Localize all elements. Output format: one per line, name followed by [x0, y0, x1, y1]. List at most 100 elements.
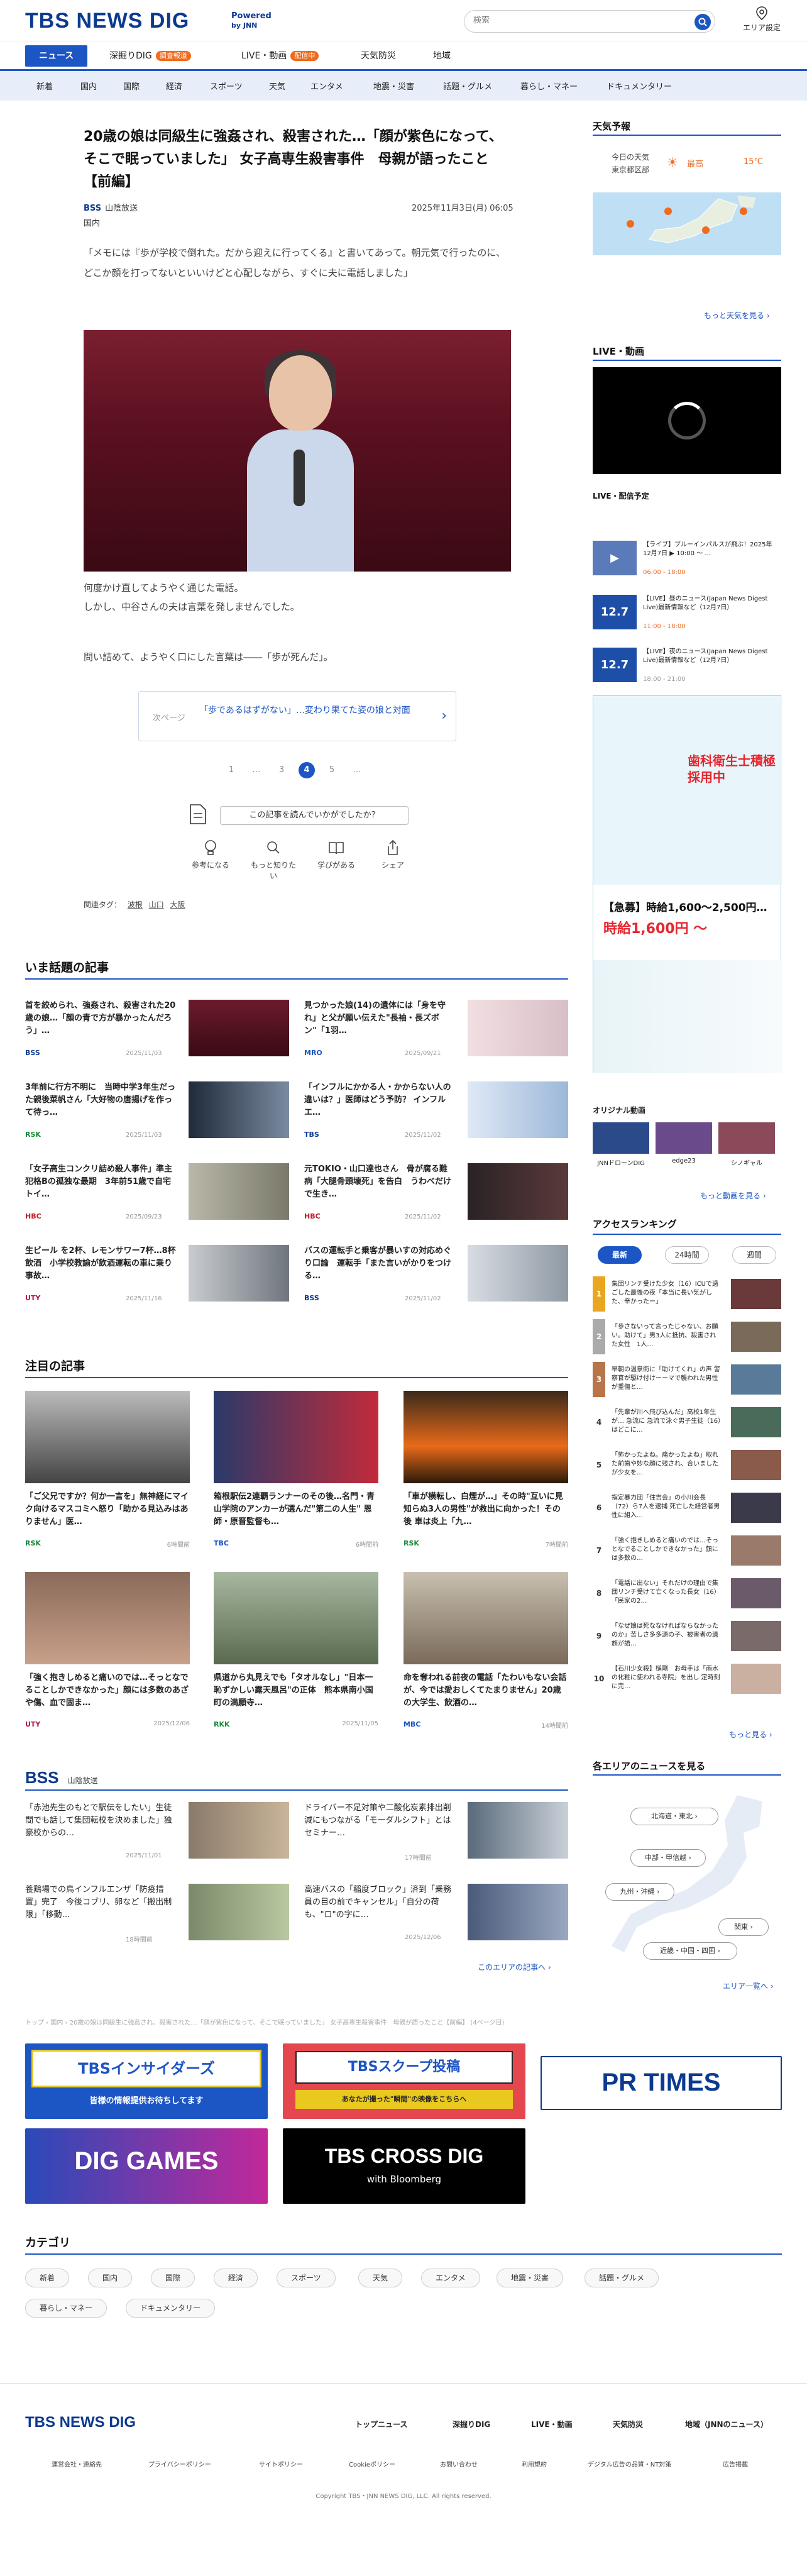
footer-link[interactable]: 運営会社・連絡先	[52, 2459, 102, 2468]
article-category[interactable]: 国内	[84, 216, 100, 228]
footer-link[interactable]: 利用規約	[522, 2459, 547, 2468]
ranking-item[interactable]: 4 「先輩が川へ飛び込んだ」高校1年生が… 急流に 急流で泳ぐ男子生徒（16）はど…	[593, 1405, 781, 1441]
tag-link[interactable]: 山口	[149, 900, 164, 909]
site-logo[interactable]: TBS NEWS DIG	[25, 9, 189, 33]
live-schedule-item[interactable]: 12.7 【LIVE】夜のニュース(Japan News Digest Live…	[593, 648, 781, 685]
bss-article-card[interactable]: 「赤池先生のもとで駅伝をしたい」生徒間でも話して集団転校を決めました」独豪校から…	[25, 1802, 289, 1865]
footer-nav-item[interactable]: 地域（JNNのニュース）	[685, 2419, 768, 2430]
category-chip[interactable]: ドキュメンタリー	[126, 2299, 216, 2318]
bss-article-card[interactable]: 高速バスの「稲度ブロック」済到「乗務員の目の前でキャンセル」「自分の荷も、"ロ"…	[304, 1884, 568, 1947]
video-thumbnail[interactable]	[656, 1122, 712, 1154]
source-name[interactable]: 山陰放送	[105, 204, 138, 213]
bss-logo[interactable]: BSS	[25, 1768, 58, 1787]
nav-item[interactable]: 新着	[36, 80, 53, 92]
footer-nav-item[interactable]: トップニュース	[355, 2419, 407, 2430]
area-chip-kanto[interactable]: 関東 ›	[718, 1918, 769, 1936]
bss-article-card[interactable]: 養鶏場での鳥インフルエンザ「防疫措置」完了 今後コブリ、卵など「搬出制限」「移動…	[25, 1884, 289, 1947]
page-number[interactable]: 1	[223, 762, 239, 778]
footer-link[interactable]: お問い合わせ	[440, 2459, 478, 2468]
nav-item[interactable]: ドキュメンタリー	[607, 80, 672, 92]
weather-more-link[interactable]: もっと天気を見る ›	[704, 310, 770, 321]
nav-item[interactable]: 話題・グルメ	[443, 80, 492, 92]
search-input[interactable]	[473, 16, 674, 25]
footer-nav-item[interactable]: 深掘りDIG	[453, 2419, 490, 2430]
prtimes-banner[interactable]: PR TIMES	[541, 2056, 782, 2110]
area-more-link[interactable]: エリア一覧へ ›	[723, 1981, 774, 1991]
ranking-tab-24h[interactable]: 24時間	[665, 1246, 709, 1264]
feedback-helpful-button[interactable]: 参考になる	[185, 839, 236, 870]
popular-article-card[interactable]: 「インフルにかかる人・かからない人の違いは？」医師はどう予防？ インフルエ… T…	[304, 1081, 568, 1144]
ranking-more-link[interactable]: もっと見る ›	[729, 1729, 772, 1740]
ranking-item[interactable]: 10 【石川少女殺】槌剛 お母手は「雨水の化粧に使われる寺院」を出し 定時刻に完…	[593, 1661, 781, 1698]
featured-article-card[interactable]: 県道から丸見えでも「タオルなし」"日本一恥ずかしい露天風呂"の正体 熊本県南小国…	[214, 1572, 378, 1735]
ranking-tab-latest[interactable]: 最新	[598, 1246, 642, 1264]
live-schedule-item[interactable]: 12.7 【LIVE】昼のニュース(Japan News Digest Live…	[593, 595, 781, 633]
category-chip[interactable]: エンタメ	[421, 2269, 480, 2287]
bss-article-card[interactable]: ドライバー不足対策や二酸化炭素排出削減にもつながる「モーダルシフト」とは セミナ…	[304, 1802, 568, 1865]
nav-item[interactable]: 地震・災害	[373, 80, 414, 92]
tag-link[interactable]: 波根	[128, 900, 143, 909]
category-chip[interactable]: 新着	[25, 2269, 70, 2287]
nav-item[interactable]: 国際	[123, 80, 140, 92]
ranking-item[interactable]: 8 「電話に出ない」それだけの理由で集団リンチ受けて亡くなった長女（16）「民家の…	[593, 1576, 781, 1612]
nav-item[interactable]: エンタメ	[310, 80, 343, 92]
tag-link[interactable]: 大阪	[170, 900, 185, 909]
scoop-banner[interactable]: TBSスクープ投稿 あなたが撮った"瞬間"の映像をこちらへ	[283, 2043, 525, 2119]
footer-link[interactable]: 広告掲載	[723, 2459, 748, 2468]
footer-link[interactable]: デジタル広告の品質・NT対策	[588, 2459, 671, 2468]
category-chip[interactable]: 天気	[358, 2269, 403, 2287]
popular-article-card[interactable]: 生ビール を2杯、レモンサワー7杯…8杯飲酒 小学校教諭が飲酒運転の車に乗り事故…	[25, 1245, 289, 1308]
feedback-more-button[interactable]: もっと知りたい	[248, 839, 299, 881]
popular-article-card[interactable]: 見つかった娘(14)の遺体には「身を守れ」と父が願い伝えた"長袖・長ズボン"「1…	[304, 1000, 568, 1063]
popular-article-card[interactable]: 「女子高生コンクリ詰め殺人事件」準主犯格Bの孤独な最期 3年前51歳で自宅トイ……	[25, 1163, 289, 1226]
footer-link[interactable]: プライバシーポリシー	[148, 2459, 211, 2468]
category-chip[interactable]: スポーツ	[277, 2269, 336, 2287]
category-chip[interactable]: 経済	[214, 2269, 258, 2287]
ranking-item[interactable]: 1 集団リンチ受けた少女（16）ICUで過ごした最後の夜「本当に長い気がした、辛か…	[593, 1276, 781, 1313]
footer-logo[interactable]: TBS NEWS DIG	[25, 2414, 136, 2431]
nav-item[interactable]: 天気	[269, 80, 285, 92]
nav-item[interactable]: 国内	[80, 80, 97, 92]
feedback-learn-button[interactable]: 学びがある	[311, 839, 361, 870]
page-number[interactable]: 5	[324, 762, 340, 778]
popular-article-card[interactable]: 首を絞められ、強姦され、殺害された20歳の娘…「顔の青で方が暴かったんだろう」……	[25, 1000, 289, 1063]
insiders-banner[interactable]: TBSインサイダーズ 皆様の情報提供お待ちしてます	[25, 2043, 268, 2119]
category-chip[interactable]: 国内	[88, 2269, 133, 2287]
ranking-tab-weekly[interactable]: 週間	[732, 1246, 776, 1264]
dig-games-banner[interactable]: DIG GAMES	[25, 2128, 268, 2204]
advertisement[interactable]: 歯科衛生士積極採用中 【急募】時給1,600〜2,500円… 時給1,600円 …	[593, 695, 782, 1073]
live-video-player[interactable]	[593, 367, 781, 474]
category-chip[interactable]: 国際	[151, 2269, 195, 2287]
popular-article-card[interactable]: バスの運転手と乗客が暴いすの対応めぐり口論 運転手「また言いがかりをつける… B…	[304, 1245, 568, 1308]
footer-nav-item[interactable]: LIVE・動画	[531, 2419, 573, 2430]
share-button[interactable]: シェア	[368, 839, 418, 870]
ranking-item[interactable]: 2 「歩さないって言ったじゃない、お願い。助けて」男3人に抵抗、殺害された女性 1…	[593, 1319, 781, 1356]
featured-article-card[interactable]: 箱根駅伝2連覇ランナーのその後…名門・青山学院のアンカーが選んだ"第二の人生" …	[214, 1391, 378, 1554]
footer-link[interactable]: サイトポリシー	[259, 2459, 303, 2468]
live-schedule-item[interactable]: ▶ 【ライブ】ブルーインパルスが飛ぶ！2025年12月7日 ▶ 10:00 〜 …	[593, 541, 781, 578]
category-chip[interactable]: 暮らし・マネー	[25, 2299, 107, 2318]
tab-news[interactable]: ニュース	[25, 45, 88, 67]
ranking-item[interactable]: 5 「怖かったよね。痛かったよね」取れた前歯や妙な顔に残され、合いましたが少女を…	[593, 1447, 781, 1484]
video-thumbnail[interactable]	[718, 1122, 775, 1154]
tab-weather[interactable]: 天気防災	[352, 45, 405, 67]
footer-link[interactable]: Cookieポリシー	[349, 2459, 395, 2468]
area-chip-hokkaido-tohoku[interactable]: 北海道・東北 ›	[630, 1808, 718, 1825]
popular-article-card[interactable]: 3年前に行方不明に 当時中学3年生だった親後菜帆さん「大好物の唐揚げを作って待っ…	[25, 1081, 289, 1144]
featured-article-card[interactable]: 命を奪われる前夜の電話「たわいもない会話が、今では愛おしくてたまりません」20歳…	[404, 1572, 568, 1735]
tab-region[interactable]: 地域	[424, 45, 459, 67]
ranking-item[interactable]: 6 指定暴力団「住吉会」の小川会長（72）ら7人を逮捕 死亡した経営者男性に組入…	[593, 1490, 781, 1527]
area-chip-kinki[interactable]: 近畿・中国・四国 ›	[643, 1942, 737, 1960]
featured-article-card[interactable]: 「車が横転し、白煙が…」その時"互いに見知らぬ3人の男性"が救出に向かった！その…	[404, 1391, 568, 1554]
area-chip-kyushu[interactable]: 九州・沖縄 ›	[605, 1883, 674, 1901]
ranking-item[interactable]: 3 早朝の温泉街に「助けてくれ」の声 警察官が駆け付けーーマで襲われた男性が重傷と…	[593, 1362, 781, 1398]
next-page-link[interactable]: 次ページ 「歩であるはずがない」…変わり果てた姿の娘と対面 ›	[138, 691, 456, 741]
nav-item[interactable]: 暮らし・マネー	[520, 80, 578, 92]
weather-widget[interactable]: 今日の天気 東京都区部 ☀ 最高 15℃	[593, 138, 781, 255]
tab-live[interactable]: LIVE・動画 配信中	[233, 45, 327, 67]
category-chip[interactable]: 話題・グルメ	[585, 2269, 659, 2287]
video-more-link[interactable]: もっと動画を見る ›	[700, 1190, 766, 1201]
cross-dig-banner[interactable]: TBS CROSS DIG with Bloomberg	[283, 2128, 525, 2204]
nav-item[interactable]: 経済	[166, 80, 182, 92]
nav-item[interactable]: スポーツ	[210, 80, 243, 92]
